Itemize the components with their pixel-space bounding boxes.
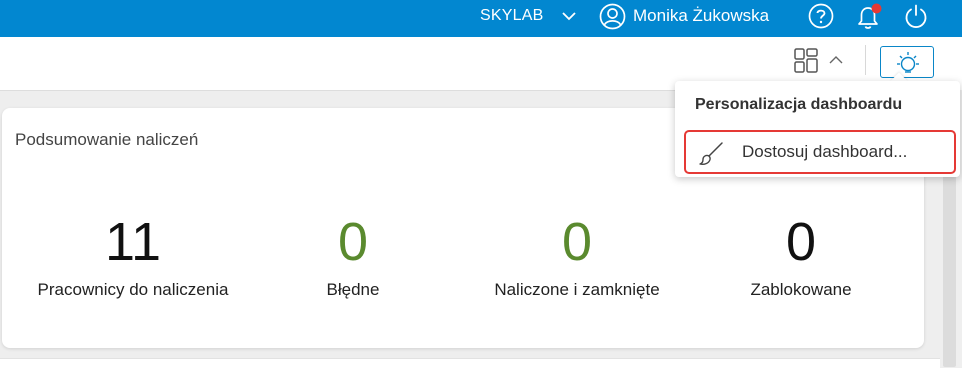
customize-dashboard-item[interactable]: Dostosuj dashboard... bbox=[684, 130, 956, 174]
user-icon[interactable] bbox=[599, 3, 626, 30]
stat-label: Błędne bbox=[326, 280, 380, 299]
stat-blocked[interactable]: 0 Zablokowane bbox=[681, 212, 921, 300]
power-icon[interactable] bbox=[903, 3, 929, 29]
bell-icon[interactable] bbox=[853, 3, 883, 31]
brush-icon bbox=[699, 142, 723, 165]
stat-value: 0 bbox=[561, 212, 593, 272]
stat-errors[interactable]: 0 Błędne bbox=[233, 212, 473, 300]
card-title: Podsumowanie naliczeń bbox=[15, 130, 199, 149]
top-bar: SKYLAB Monika Żukowska bbox=[0, 0, 962, 37]
help-icon[interactable] bbox=[808, 3, 834, 29]
personalization-dropdown: Personalizacja dashboardu Dostosuj dashb… bbox=[675, 81, 960, 177]
stat-label: Zablokowane bbox=[750, 280, 852, 299]
stat-label: Pracownicy do naliczenia bbox=[37, 280, 229, 299]
toolbar-divider bbox=[865, 45, 866, 75]
notification-dot bbox=[871, 3, 882, 14]
theme-toggle-button[interactable] bbox=[880, 46, 934, 78]
stat-label: Naliczone i zamknięte bbox=[494, 280, 660, 299]
dropdown-item-label: Dostosuj dashboard... bbox=[742, 142, 908, 161]
stat-employees-to-calculate[interactable]: 11 Pracownicy do naliczenia bbox=[13, 212, 253, 300]
dropdown-header: Personalizacja dashboardu bbox=[695, 96, 903, 113]
stat-value: 0 bbox=[785, 212, 817, 272]
stat-value: 11 bbox=[104, 212, 162, 272]
company-selector-label[interactable]: SKYLAB bbox=[480, 0, 543, 32]
stat-value: 0 bbox=[337, 212, 369, 272]
layout-grid-icon[interactable] bbox=[792, 45, 850, 77]
user-name[interactable]: Monika Żukowska bbox=[633, 0, 769, 32]
stat-calculated-closed[interactable]: 0 Naliczone i zamknięte bbox=[457, 212, 697, 300]
chevron-down-icon[interactable] bbox=[561, 9, 577, 23]
